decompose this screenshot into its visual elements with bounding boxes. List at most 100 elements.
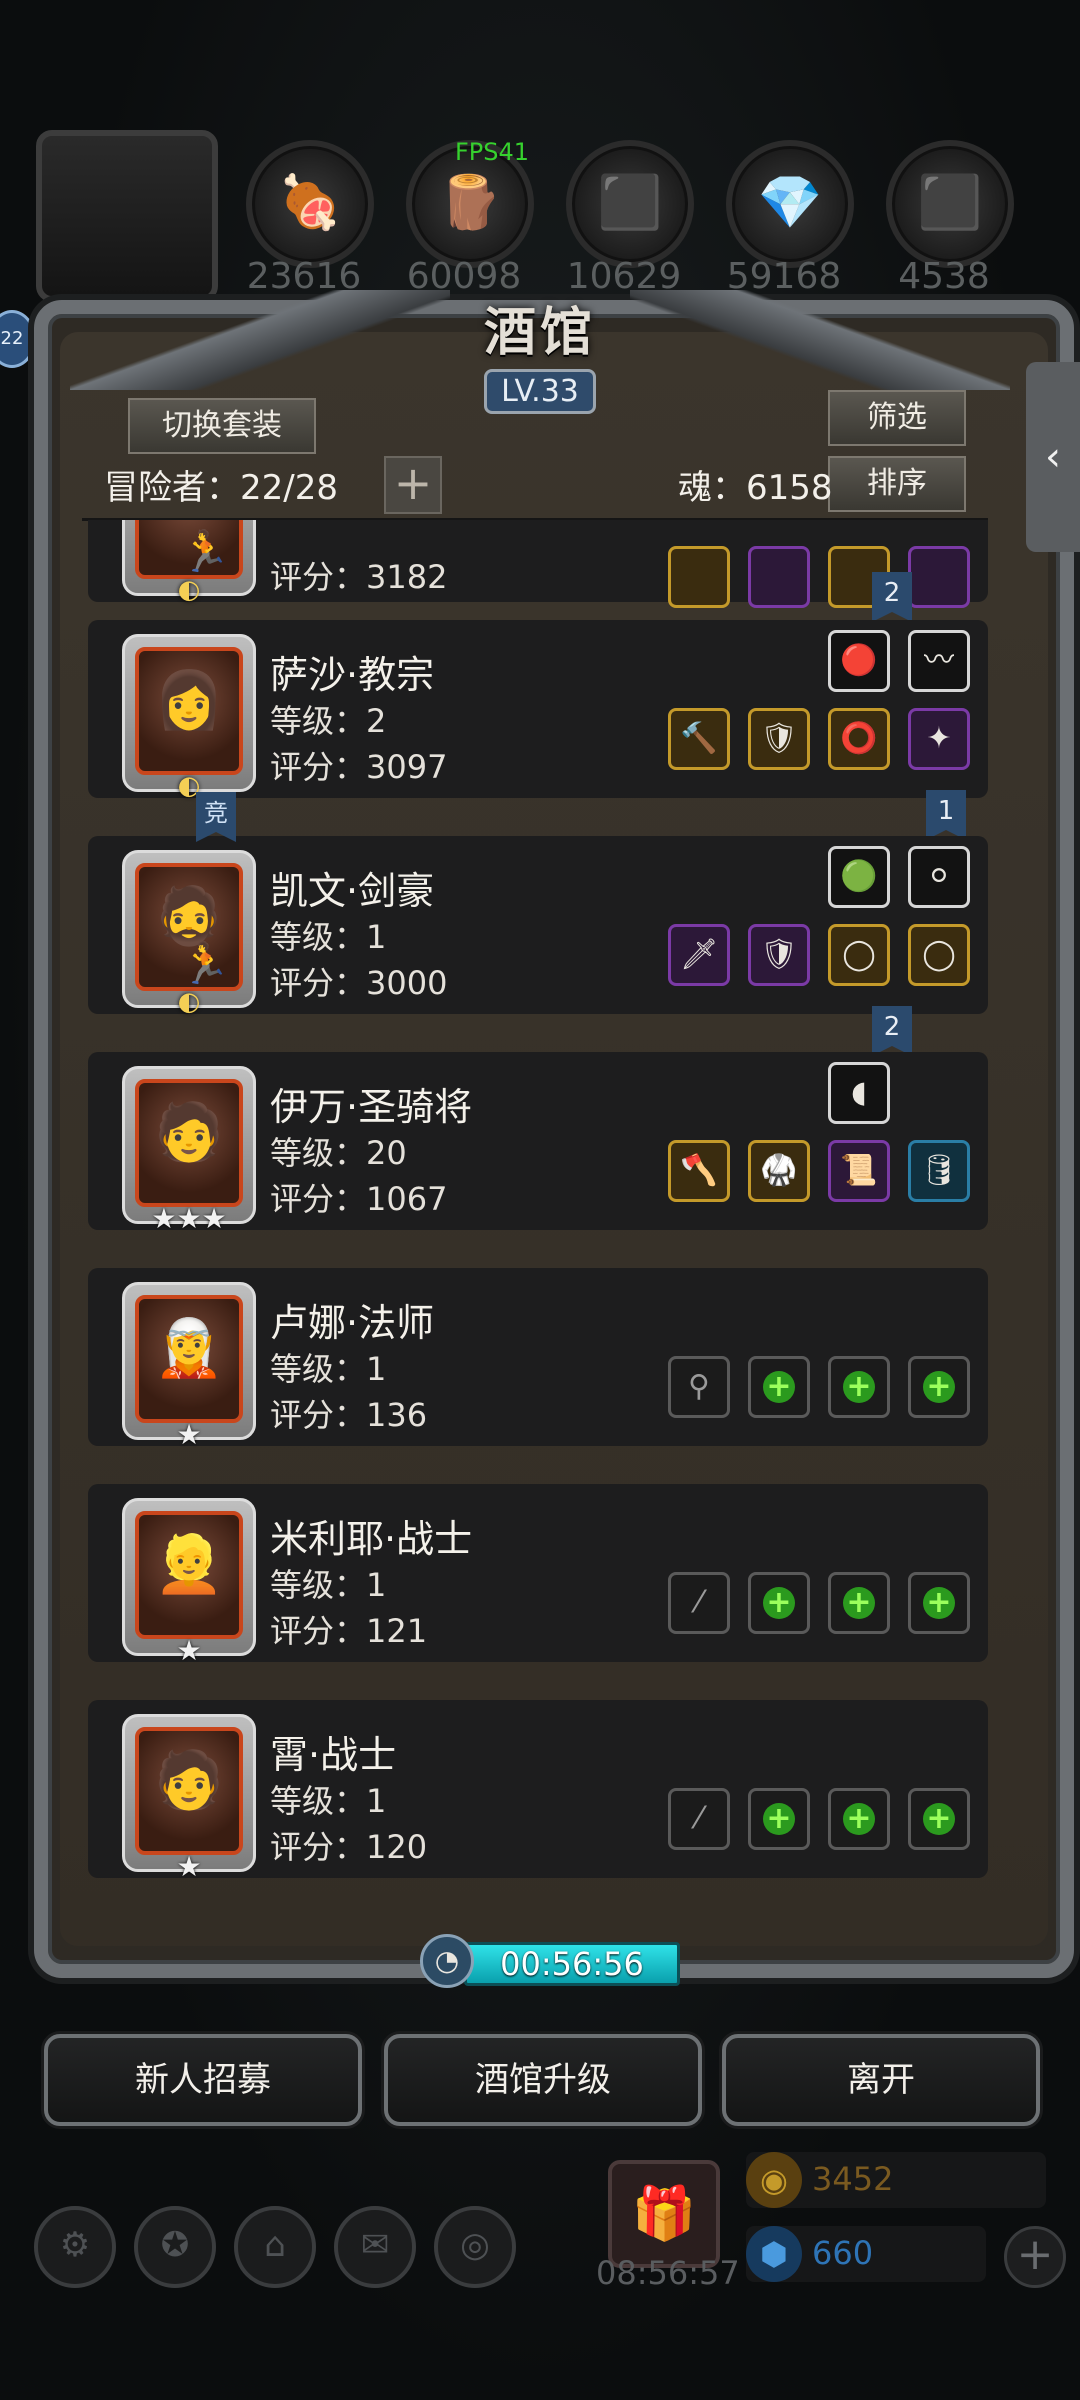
rune-slot[interactable]: 🟢	[828, 846, 890, 908]
map-nav-icon[interactable]: ◎	[434, 2206, 516, 2288]
gold-coin-icon: ◉	[746, 2152, 802, 2208]
tavern-nav-icon[interactable]: ⌂	[234, 2206, 316, 2288]
hero-level: 等级：1	[270, 1350, 387, 1388]
rune-count-ribbon: 2	[872, 572, 912, 622]
mail-nav-icon[interactable]: ✉	[334, 2206, 416, 2288]
sort-button[interactable]: 排序	[828, 456, 966, 512]
hero-score: 评分：1067	[270, 1180, 448, 1218]
add-armor-slot[interactable]: +	[748, 1356, 810, 1418]
equipment-slot[interactable]	[908, 546, 970, 608]
rune-slot[interactable]: 🔴	[828, 630, 890, 692]
hero-level: 等级：2	[270, 702, 387, 740]
rune-slot[interactable]: 〰	[908, 630, 970, 692]
settings-icon[interactable]: ⚙	[34, 2206, 116, 2288]
hero-row[interactable]: 👱 ★ 米利耶·战士 等级：1 评分：121 ⁄ + + +	[88, 1484, 988, 1667]
hero-portrait: 🧑 ★	[122, 1714, 256, 1880]
hero-score: 评分：3182	[270, 558, 448, 596]
weapon-slot-empty[interactable]: ⁄	[668, 1788, 730, 1850]
equipment-slot[interactable]	[748, 546, 810, 608]
hero-score: 评分：3000	[270, 964, 448, 1002]
add-equipment-slot[interactable]: +	[908, 1356, 970, 1418]
hero-row[interactable]: 🧔 ◐ 凯文·剑豪 等级：1 评分：3000 🟢 ⚪ 🗡 🛡 ◯ ◯	[88, 836, 988, 1017]
hero-score: 评分：121	[270, 1612, 428, 1650]
armor-slot[interactable]: 🛡	[748, 708, 810, 770]
hero-score: 评分：3097	[270, 748, 448, 786]
hero-portrait: 👩 ◐	[122, 634, 256, 801]
ring-slot[interactable]: ⭕	[828, 708, 890, 770]
add-armor-slot[interactable]: +	[748, 1788, 810, 1850]
hero-portrait: 👱 ★	[122, 1498, 256, 1667]
fps-counter: FPS41	[455, 138, 530, 166]
hero-name: 卢娜·法师	[270, 1301, 435, 1345]
hero-list[interactable]: ◐ 评分：3182 🏃 2 👩 ◐ 萨沙·教宗 等级：2 评分：3097 🔴 〰 …	[88, 520, 988, 1880]
panel-title: 酒馆	[483, 302, 596, 363]
equipment-slot[interactable]	[668, 546, 730, 608]
rune-count-ribbon: 1	[926, 790, 966, 840]
ring-slot[interactable]: ◯	[908, 924, 970, 986]
hero-avatar-frame[interactable]	[36, 130, 218, 302]
add-equipment-slot[interactable]: +	[828, 1788, 890, 1850]
add-equipment-slot[interactable]: +	[908, 1788, 970, 1850]
recruit-button[interactable]: 新人招募	[44, 2034, 362, 2126]
hero-name: 霄·战士	[270, 1733, 397, 1777]
add-adventurer-slot-button[interactable]: +	[384, 456, 442, 514]
rune-slot[interactable]: ◖	[828, 1062, 890, 1124]
running-figure-icon: 🏃	[180, 529, 230, 575]
hero-row[interactable]: 🧑 ★★★ 伊万·圣骑将 等级：20 评分：1067 ◖ 🪓 🥋 📜 🛢	[88, 1052, 988, 1235]
upgrade-tavern-button[interactable]: 酒馆升级	[384, 2034, 702, 2126]
side-drawer-toggle[interactable]: ‹	[1026, 362, 1080, 552]
meat-resource-icon[interactable]: 🍖	[246, 140, 374, 268]
stone-resource-icon[interactable]: ⬛	[886, 140, 1014, 268]
gift-box-icon[interactable]: 🎁	[608, 2160, 720, 2268]
hero-row[interactable]: 🧑 ★ 霄·战士 等级：1 评分：120 ⁄ + + +	[88, 1700, 988, 1880]
amulet-slot[interactable]: ✦	[908, 708, 970, 770]
left-edge-badge[interactable]: 22	[0, 310, 36, 368]
leave-button[interactable]: 离开	[722, 2034, 1040, 2126]
soul-count: 魂：6158	[678, 468, 833, 508]
hero-row[interactable]: 👩 ◐ 萨沙·教宗 等级：2 评分：3097 🔴 〰 🔨 🛡 ⭕ ✦	[88, 620, 988, 801]
hero-name: 米利耶·战士	[270, 1517, 473, 1561]
adventurer-count: 冒险者：22/28	[104, 468, 338, 508]
rune-count-ribbon: 2	[872, 1006, 912, 1056]
timer-bar: 00:56:56	[464, 1942, 680, 1986]
gold-currency: ◉ 3452	[746, 2152, 1046, 2208]
gift-countdown: 08:56:57	[596, 2254, 740, 2292]
refresh-timer: 00:56:56 ◔	[420, 1934, 680, 1988]
hero-level: 等级：1	[270, 1782, 387, 1820]
weapon-slot[interactable]: 🪓	[668, 1140, 730, 1202]
hero-name: 伊万·圣骑将	[270, 1085, 473, 1129]
hero-row[interactable]: 🧝 ★ 卢娜·法师 等级：1 评分：136 ⚲ + + +	[88, 1268, 988, 1451]
hero-level: 等级：1	[270, 1566, 387, 1604]
tavern-screen: 🍖 23616 🪵 60098 ⬛ 10629 💎 59168 ⬛ 4538 F…	[0, 0, 1080, 2400]
gem-currency: ⬢ 660	[746, 2226, 986, 2282]
accessory-slot[interactable]: 🛢	[908, 1140, 970, 1202]
ring-slot[interactable]: ◯	[828, 924, 890, 986]
crystal-resource-icon[interactable]: 💎	[726, 140, 854, 268]
tavern-level-badge: LV.33	[484, 369, 596, 414]
rune-slot[interactable]: ⚪	[908, 846, 970, 908]
armor-slot[interactable]: 🛡	[748, 924, 810, 986]
accessory-slot[interactable]: 📜	[828, 1140, 890, 1202]
weapon-slot[interactable]: 🔨	[668, 708, 730, 770]
weapon-slot[interactable]: 🗡	[668, 924, 730, 986]
hero-score: 评分：136	[270, 1396, 428, 1434]
hero-score: 评分：120	[270, 1828, 428, 1866]
weapon-slot-empty[interactable]: ⚲	[668, 1356, 730, 1418]
hero-name: 萨沙·教宗	[270, 653, 435, 697]
clock-icon: ◔	[420, 1934, 474, 1988]
heroes-nav-icon[interactable]: ✪	[134, 2206, 216, 2288]
hero-portrait: 🧑 ★★★	[122, 1066, 256, 1235]
add-currency-button[interactable]: +	[1004, 2226, 1066, 2288]
hero-portrait: 🧝 ★	[122, 1282, 256, 1451]
gem-icon: ⬢	[746, 2226, 802, 2282]
add-equipment-slot[interactable]: +	[828, 1572, 890, 1634]
armor-slot[interactable]: 🥋	[748, 1140, 810, 1202]
weapon-slot-empty[interactable]: ⁄	[668, 1572, 730, 1634]
add-armor-slot[interactable]: +	[748, 1572, 810, 1634]
add-equipment-slot[interactable]: +	[908, 1572, 970, 1634]
switch-outfit-button[interactable]: 切换套装	[128, 398, 316, 454]
hero-level: 等级：20	[270, 1134, 407, 1172]
add-equipment-slot[interactable]: +	[828, 1356, 890, 1418]
filter-button[interactable]: 筛选	[828, 390, 966, 446]
iron-resource-icon[interactable]: ⬛	[566, 140, 694, 268]
